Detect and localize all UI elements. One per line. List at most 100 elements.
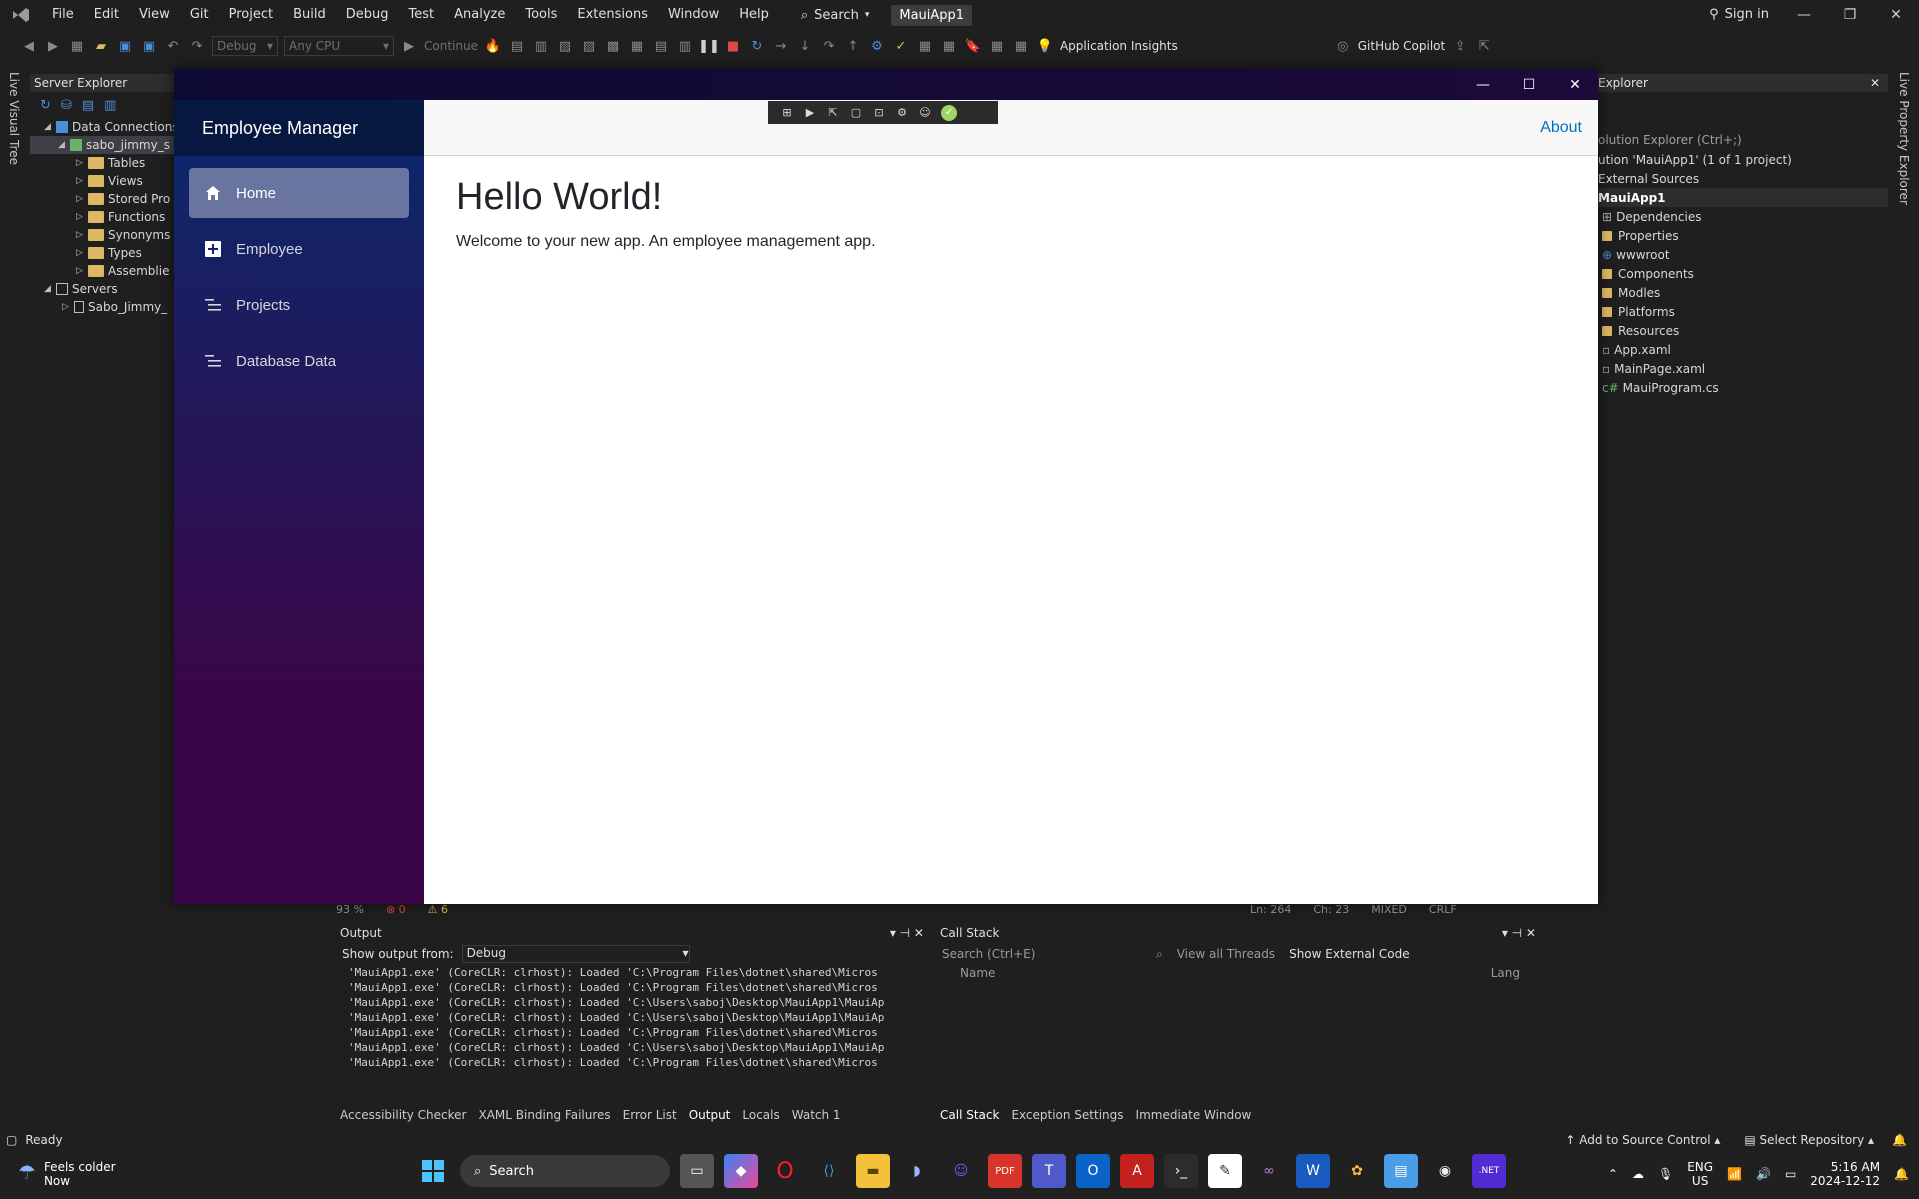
toolbar-icon-d[interactable]: ▨ xyxy=(580,37,598,55)
warning-count[interactable]: ⚠ 6 xyxy=(428,903,448,916)
sol-item-platforms[interactable]: Platforms xyxy=(1598,302,1888,321)
nav-item-employee[interactable]: Employee xyxy=(189,224,409,274)
step-icon-c[interactable]: ↷ xyxy=(820,37,838,55)
notepad-icon[interactable]: ▤ xyxy=(1384,1154,1418,1188)
task-view-icon[interactable]: ▭ xyxy=(680,1154,714,1188)
tab-error-list[interactable]: Error List xyxy=(623,1108,677,1122)
toolbar-icon-n[interactable]: ▦ xyxy=(1012,37,1030,55)
accessibility-icon[interactable]: ☺ xyxy=(918,106,932,120)
toolbar-icon-f[interactable]: ▦ xyxy=(628,37,646,55)
language-indicator[interactable]: ENG US xyxy=(1687,1160,1713,1188)
continue-button[interactable]: Continue xyxy=(424,39,478,53)
track-focus-icon[interactable]: ⊡ xyxy=(872,106,886,120)
terminal-icon[interactable]: ›_ xyxy=(1164,1154,1198,1188)
step-icon-d[interactable]: ↑ xyxy=(844,37,862,55)
toolbar-icon-i[interactable]: ⚙ xyxy=(868,37,886,55)
application-insights-button[interactable]: Application Insights xyxy=(1060,39,1178,53)
toolbar-icon-a[interactable]: ▤ xyxy=(508,37,526,55)
connect-server-icon[interactable]: ▤ xyxy=(82,98,94,113)
sol-item-wwwroot[interactable]: ⊕ wwwroot xyxy=(1598,245,1888,264)
tab-output[interactable]: Output xyxy=(689,1108,731,1122)
toolbar-icon-b[interactable]: ▥ xyxy=(532,37,550,55)
vscode-icon[interactable]: ⟨⟩ xyxy=(812,1154,846,1188)
pause-icon[interactable]: ❚❚ xyxy=(698,37,720,55)
refresh-icon[interactable]: ↻ xyxy=(40,98,51,113)
opera-icon[interactable]: O xyxy=(768,1154,802,1188)
sol-item-resources[interactable]: Resources xyxy=(1598,321,1888,340)
error-count[interactable]: ⊗ 0 xyxy=(386,903,406,916)
undo-icon[interactable]: ↶ xyxy=(164,37,182,55)
app-titlebar[interactable]: — ☐ ✕ xyxy=(174,69,1598,100)
menu-project[interactable]: Project xyxy=(219,0,283,30)
menu-view[interactable]: View xyxy=(129,0,180,30)
tab-locals[interactable]: Locals xyxy=(742,1108,779,1122)
new-project-icon[interactable]: ▦ xyxy=(68,37,86,55)
sol-item-dependencies[interactable]: ⊞ Dependencies xyxy=(1598,207,1888,226)
select-repository-button[interactable]: ▤ Select Repository ▴ xyxy=(1744,1133,1874,1147)
properties-icon[interactable]: ▥ xyxy=(104,98,116,113)
outlook-icon[interactable]: O xyxy=(1076,1154,1110,1188)
menu-window[interactable]: Window xyxy=(658,0,729,30)
save-all-icon[interactable]: ▣ xyxy=(140,37,158,55)
windows-start-icon[interactable] xyxy=(416,1154,450,1188)
tab-call-stack[interactable]: Call Stack xyxy=(940,1108,999,1122)
collapse-arrow-icon[interactable]: ▷ xyxy=(76,194,88,204)
file-explorer-icon[interactable]: ▬ xyxy=(856,1154,890,1188)
sol-item-modles[interactable]: Modles xyxy=(1598,283,1888,302)
binding-failures-icon[interactable]: ⚙ xyxy=(895,106,909,120)
app-close-button[interactable]: ✕ xyxy=(1552,69,1598,100)
collapse-arrow-icon[interactable]: ▷ xyxy=(76,158,88,168)
github-copilot-button[interactable]: GitHub Copilot xyxy=(1358,39,1445,53)
collapse-arrow-icon[interactable]: ▷ xyxy=(76,266,88,276)
minimize-button[interactable]: — xyxy=(1781,0,1827,30)
live-property-explorer-tab[interactable]: Live Property Explorer xyxy=(1897,72,1911,205)
toolbar-icon-l[interactable]: ▦ xyxy=(940,37,958,55)
copilot-app-icon[interactable]: ◆ xyxy=(724,1154,758,1188)
menu-test[interactable]: Test xyxy=(399,0,445,30)
panel-controls-icon[interactable]: ▾ ⊣ ✕ xyxy=(1502,926,1536,940)
panel-controls-icon[interactable]: ▾ ⊣ ✕ xyxy=(890,926,924,940)
camera-icon[interactable]: ▶ xyxy=(803,106,817,120)
platform-select[interactable]: Any CPU ▾ xyxy=(284,36,394,56)
microphone-icon[interactable]: 🎙 xyxy=(1658,1167,1673,1181)
vs-search[interactable]: ⌕ Search ▾ xyxy=(793,8,877,23)
hot-reload-status-icon[interactable]: ✓ xyxy=(941,104,957,121)
word-icon[interactable]: W xyxy=(1296,1154,1330,1188)
step-icon-a[interactable]: → xyxy=(772,37,790,55)
toolbar-icon-e[interactable]: ▩ xyxy=(604,37,622,55)
close-button[interactable]: ✕ xyxy=(1873,0,1919,30)
notifications-icon[interactable]: 🔔 xyxy=(1892,1133,1907,1147)
column-name[interactable]: Name xyxy=(960,966,995,984)
onedrive-icon[interactable]: ☁ xyxy=(1632,1167,1644,1181)
tab-watch-1[interactable]: Watch 1 xyxy=(792,1108,841,1122)
teams-icon[interactable]: T xyxy=(1032,1154,1066,1188)
play-icon[interactable]: ▶ xyxy=(400,37,418,55)
sol-item-properties[interactable]: Properties xyxy=(1598,226,1888,245)
column-lang[interactable]: Lang xyxy=(1491,966,1520,984)
menu-extensions[interactable]: Extensions xyxy=(567,0,658,30)
about-link[interactable]: About xyxy=(1540,119,1582,137)
live-visual-tree-tab[interactable]: Live Visual Tree xyxy=(7,72,21,165)
azure-data-studio-icon[interactable]: ◗ xyxy=(900,1154,934,1188)
chevron-up-icon[interactable]: ⌃ xyxy=(1608,1167,1618,1181)
output-text[interactable]: 'MauiApp1.exe' (CoreCLR: clrhost): Loade… xyxy=(336,966,928,1096)
close-icon[interactable]: ✕ xyxy=(1870,74,1880,92)
nav-item-home[interactable]: Home xyxy=(189,168,409,218)
toolbar-icon-g[interactable]: ▤ xyxy=(652,37,670,55)
pdf-icon[interactable]: PDF xyxy=(988,1154,1022,1188)
menu-analyze[interactable]: Analyze xyxy=(444,0,515,30)
sol-item-project[interactable]: MauiApp1 xyxy=(1598,188,1888,207)
toolbar-icon-h[interactable]: ▥ xyxy=(676,37,694,55)
sol-item-components[interactable]: Components xyxy=(1598,264,1888,283)
app-brand[interactable]: Employee Manager xyxy=(174,100,424,156)
menu-debug[interactable]: Debug xyxy=(336,0,399,30)
paint-icon[interactable]: ✿ xyxy=(1340,1154,1374,1188)
stop-icon[interactable]: ■ xyxy=(724,37,742,55)
toolbar-icon-m[interactable]: ▦ xyxy=(988,37,1006,55)
toolbar-icon-k[interactable]: ▦ xyxy=(916,37,934,55)
app-minimize-button[interactable]: — xyxy=(1460,69,1506,100)
visual-studio-icon[interactable]: ∞ xyxy=(1252,1154,1286,1188)
expand-arrow-icon[interactable]: ◢ xyxy=(58,140,70,150)
zoom-level[interactable]: 93 % xyxy=(336,903,364,916)
tab-immediate-window[interactable]: Immediate Window xyxy=(1136,1108,1252,1122)
